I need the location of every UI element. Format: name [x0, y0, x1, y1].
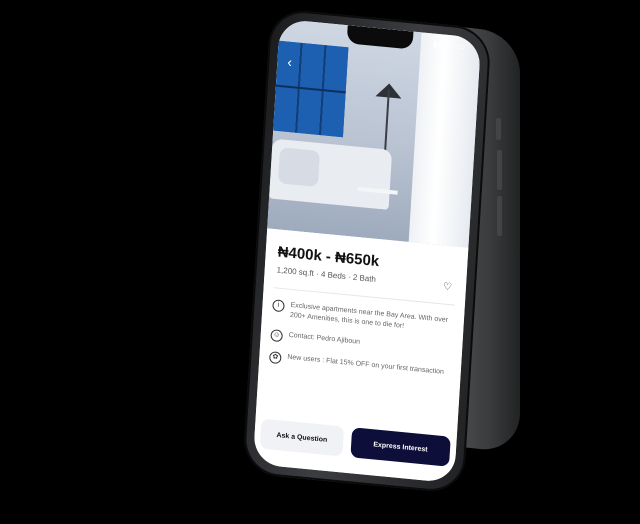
hero-cabinet [273, 40, 349, 138]
contact-icon: ☺ [270, 329, 284, 343]
heart-icon[interactable]: ♡ [443, 281, 453, 293]
listing-details: ₦400k - ₦650k 1,200 sq.ft · 4 Beds · 2 B… [252, 228, 469, 484]
phone-side-button [496, 118, 501, 140]
listing-hero-image: ‹ [267, 18, 482, 248]
phone-volume-button [497, 196, 502, 236]
back-chevron-icon[interactable]: ‹ [287, 54, 293, 70]
cta-bar: Ask a Question Express Interest [259, 418, 451, 467]
info-icon: i [272, 299, 285, 313]
contact-text: Contact: Pedro Ajiboun [288, 331, 361, 346]
hero-cushion [277, 147, 321, 188]
ask-question-button[interactable]: Ask a Question [259, 418, 344, 457]
express-interest-button[interactable]: Express Interest [350, 427, 451, 467]
promo-text: New users : Flat 15% OFF on your first t… [287, 353, 445, 376]
description-text: Exclusive apartments near the Bay Area. … [289, 301, 449, 330]
phone-screen: ▮▮ ◠ ▭ ‹ ₦400k - ₦650k 1,200 sq.ft · 4 B… [252, 18, 482, 484]
phone-frame: ▮▮ ◠ ▭ ‹ ₦400k - ₦650k 1,200 sq.ft · 4 B… [242, 7, 492, 495]
gift-icon: ✿ [268, 351, 282, 365]
hero-curtain [408, 32, 482, 248]
phone-volume-button [497, 150, 502, 190]
